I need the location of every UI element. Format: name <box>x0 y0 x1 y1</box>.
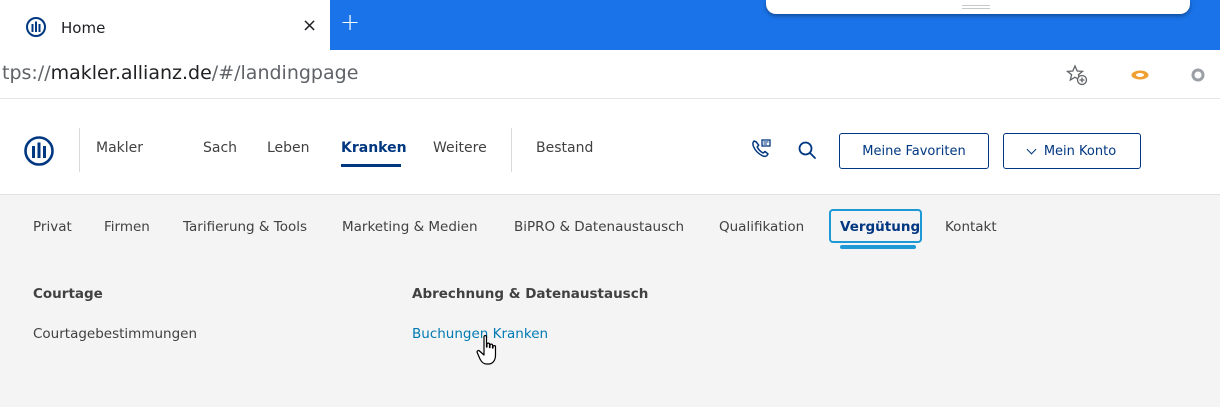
nav-active-indicator <box>341 164 401 167</box>
address-bar[interactable]: tps://makler.allianz.de/#/landingpage <box>0 50 1220 99</box>
allianz-logo-icon[interactable] <box>24 136 54 166</box>
url-host: makler.allianz.de <box>50 62 212 84</box>
subnav-item-bipro[interactable]: BiPRO & Datenaustausch <box>514 219 684 235</box>
chevron-down-icon <box>1026 144 1037 154</box>
profile-icon[interactable] <box>1190 67 1206 83</box>
subnav-item-marketing[interactable]: Marketing & Medien <box>342 219 478 235</box>
account-button-label: Mein Konto <box>1043 143 1117 159</box>
search-icon[interactable] <box>797 140 817 160</box>
nav-item-makler[interactable]: Makler <box>96 140 143 156</box>
divider <box>79 128 80 172</box>
site-header: Makler Sach Leben Kranken Weitere Bestan… <box>0 100 1220 194</box>
subnav-item-kontakt[interactable]: Kontakt <box>945 219 997 235</box>
url-field[interactable]: tps://makler.allianz.de/#/landingpage <box>2 62 358 84</box>
link-courtagebestimmungen[interactable]: Courtagebestimmungen <box>33 326 197 342</box>
popup-handle[interactable] <box>766 0 1190 14</box>
mega-menu-panel: Courtage Courtagebestimmungen Abrechnung… <box>0 262 1220 407</box>
favorites-button-label: Meine Favoriten <box>862 143 966 159</box>
subnav-active-indicator <box>840 245 916 249</box>
nav-item-kranken[interactable]: Kranken <box>341 140 407 156</box>
url-prefix: tps:// <box>2 62 51 84</box>
nav-item-leben[interactable]: Leben <box>267 140 310 156</box>
divider <box>511 128 512 172</box>
nav-item-weitere[interactable]: Weitere <box>433 140 487 156</box>
nav-item-bestand[interactable]: Bestand <box>536 140 593 156</box>
allianz-favicon-icon <box>26 17 46 37</box>
bookmark-star-icon[interactable] <box>1066 64 1088 86</box>
phone-icon[interactable] <box>750 138 772 160</box>
column-title-abrechnung: Abrechnung & Datenaustausch <box>412 286 649 302</box>
tab-title: Home <box>61 19 106 37</box>
extension-icon[interactable] <box>1130 69 1150 81</box>
sub-navigation: Privat Firmen Tarifierung & Tools Market… <box>0 194 1220 262</box>
url-path: /#/landingpage <box>211 62 359 84</box>
grip-icon <box>962 5 990 9</box>
column-title-courtage: Courtage <box>33 286 103 302</box>
subnav-item-qualifikation[interactable]: Qualifikation <box>719 219 804 235</box>
browser-tab-bar: Home × + <box>0 0 1220 50</box>
subnav-item-firmen[interactable]: Firmen <box>104 219 150 235</box>
account-button[interactable]: Mein Konto <box>1003 133 1141 169</box>
nav-item-sach[interactable]: Sach <box>203 140 237 156</box>
subnav-item-tarifierung[interactable]: Tarifierung & Tools <box>183 219 307 235</box>
close-icon[interactable]: × <box>302 15 317 36</box>
subnav-item-privat[interactable]: Privat <box>33 219 72 235</box>
plus-icon[interactable]: + <box>340 8 360 36</box>
subnav-item-verguetung[interactable]: Vergütung <box>840 219 920 235</box>
browser-tab-home[interactable]: Home × <box>8 6 330 50</box>
hand-cursor-icon <box>476 335 497 365</box>
favorites-button[interactable]: Meine Favoriten <box>839 133 989 169</box>
